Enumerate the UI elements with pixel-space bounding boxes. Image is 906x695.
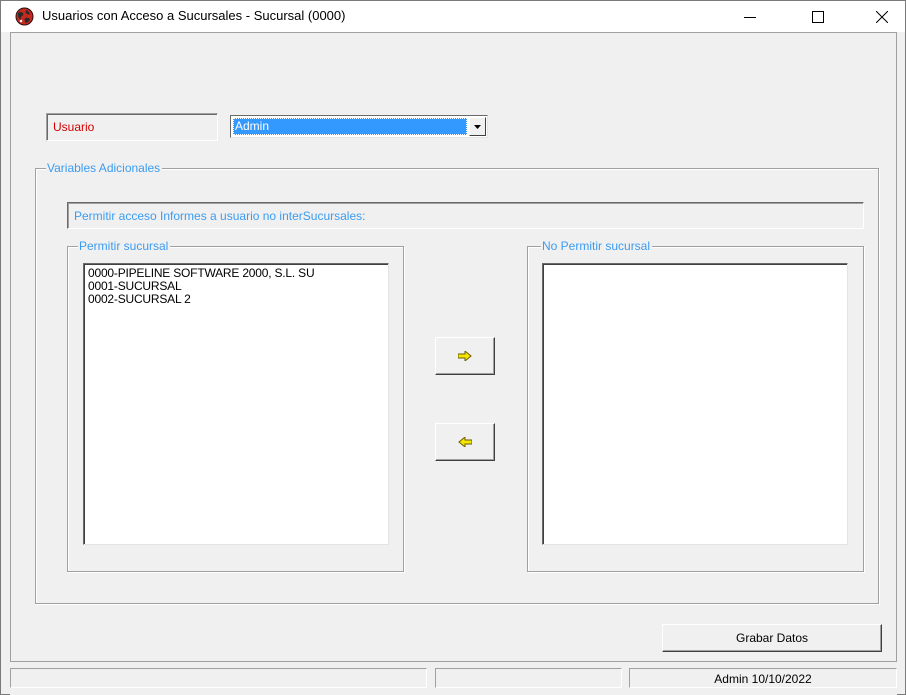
list-item[interactable]: 0002-SUCURSAL 2 — [84, 293, 388, 306]
maximize-button[interactable] — [795, 1, 841, 32]
app-window: Usuarios con Acceso a Sucursales - Sucur… — [0, 0, 906, 695]
move-right-button[interactable] — [435, 337, 495, 375]
arrow-left-icon — [458, 437, 472, 447]
combo-dropdown-button[interactable] — [469, 117, 486, 136]
usuario-label: Usuario — [46, 113, 218, 141]
status-panel-1 — [10, 668, 427, 688]
permitir-sucursal-legend: Permitir sucursal — [78, 239, 171, 253]
info-acceso-informes: Permitir acceso Informes a usuario no in… — [67, 202, 864, 229]
move-left-button[interactable] — [435, 423, 495, 461]
no-permitir-sucursal-list[interactable] — [542, 263, 848, 545]
maximize-icon — [812, 10, 824, 23]
minimize-button[interactable] — [727, 1, 773, 32]
arrow-right-icon — [458, 351, 472, 361]
permitir-list-items: 0000-PIPELINE SOFTWARE 2000, S.L. SU 0001… — [84, 264, 388, 306]
status-panel-2 — [435, 668, 622, 688]
chevron-down-icon — [474, 124, 481, 129]
no-permitir-list-items — [543, 264, 847, 267]
usuario-combo[interactable]: Admin — [230, 115, 488, 138]
status-bar: Admin 10/10/2022 — [10, 662, 897, 695]
close-icon — [876, 10, 888, 23]
minimize-icon — [744, 16, 756, 18]
close-button[interactable] — [859, 1, 905, 32]
status-panel-user-date: Admin 10/10/2022 — [629, 668, 897, 688]
variables-adicionales-legend: Variables Adicionales — [46, 161, 163, 175]
grabar-datos-button[interactable]: Grabar Datos — [662, 624, 882, 652]
usuario-combo-value[interactable]: Admin — [233, 118, 467, 135]
title-bar[interactable]: Usuarios con Acceso a Sucursales - Sucur… — [1, 1, 905, 32]
permitir-sucursal-list[interactable]: 0000-PIPELINE SOFTWARE 2000, S.L. SU 0001… — [83, 263, 389, 545]
no-permitir-sucursal-legend: No Permitir sucursal — [541, 239, 653, 253]
globe-app-icon[interactable] — [15, 7, 34, 26]
window-title: Usuarios con Acceso a Sucursales - Sucur… — [42, 8, 346, 23]
